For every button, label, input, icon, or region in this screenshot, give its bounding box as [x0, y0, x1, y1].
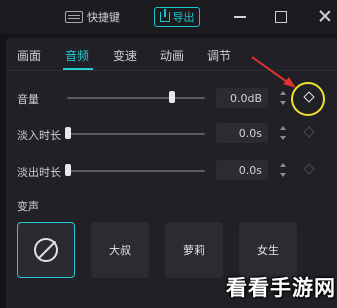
watermark-text: 看看手游网 [226, 276, 336, 300]
annotation-arrow [251, 56, 296, 88]
